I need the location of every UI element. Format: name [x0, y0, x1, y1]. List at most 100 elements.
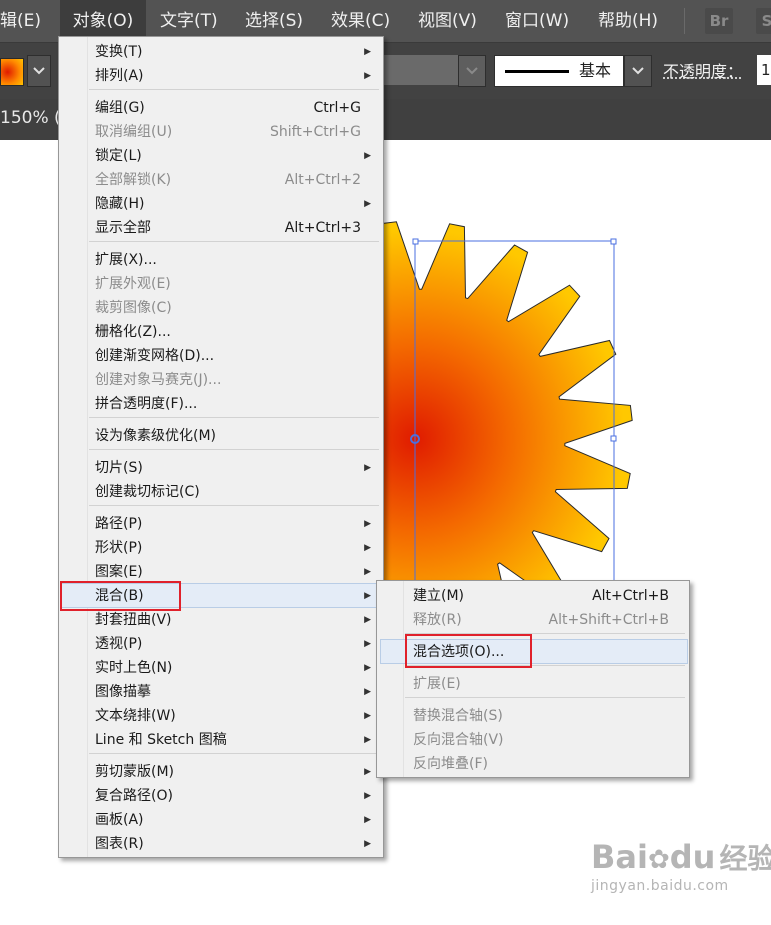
- watermark-logo-bai: Bai: [591, 838, 648, 876]
- menu-item-live-paint[interactable]: 实时上色(N) ▶: [59, 656, 381, 680]
- menu-separator: [89, 241, 379, 242]
- stock-button[interactable]: S: [756, 8, 771, 34]
- menu-item-path[interactable]: 路径(P) ▶: [59, 512, 381, 536]
- watermark-url: jingyan.baidu.com: [591, 878, 729, 894]
- fill-gradient-swatch[interactable]: [0, 58, 24, 86]
- menu-item-label: 裁剪图像(C): [95, 300, 172, 316]
- submenu-arrow-icon: ▶: [364, 663, 371, 673]
- fill-dropdown-button[interactable]: [27, 55, 51, 87]
- menu-edit[interactable]: 辑(E): [0, 0, 50, 42]
- menu-item-artboards[interactable]: 画板(A) ▶: [59, 808, 381, 832]
- stroke-weight-field[interactable]: [383, 55, 458, 85]
- submenu-arrow-icon: ▶: [364, 711, 371, 721]
- menu-item-shortcut: Alt+Ctrl+2: [284, 172, 361, 188]
- submenu-arrow-icon: ▶: [364, 47, 371, 57]
- menu-item-unlock-all[interactable]: 全部解锁(K) Alt+Ctrl+2: [59, 168, 381, 192]
- menu-item-compound-path[interactable]: 复合路径(O) ▶: [59, 784, 381, 808]
- menu-item-label: 实时上色(N): [95, 660, 173, 676]
- menu-item-image-trace[interactable]: 图像描摹 ▶: [59, 680, 381, 704]
- menu-item-shortcut: Alt+Ctrl+3: [284, 220, 361, 236]
- menu-item-label: 隐藏(H): [95, 196, 145, 212]
- menu-item-expand-appearance[interactable]: 扩展外观(E): [59, 272, 381, 296]
- menu-item-create-object-mosaic[interactable]: 创建对象马赛克(J)...: [59, 368, 381, 392]
- menu-item-transform[interactable]: 变换(T) ▶: [59, 40, 381, 64]
- stroke-profile-dropdown[interactable]: [624, 55, 652, 87]
- submenu-item-release[interactable]: 释放(R) Alt+Shift+Ctrl+B: [377, 608, 687, 632]
- document-tab-zoom[interactable]: 150% (: [0, 108, 61, 128]
- menu-item-label: 扩展外观(E): [95, 276, 171, 292]
- menu-item-rasterize[interactable]: 栅格化(Z)...: [59, 320, 381, 344]
- submenu-arrow-icon: ▶: [364, 615, 371, 625]
- watermark-jingyan: 经验: [719, 842, 771, 875]
- menu-item-hide[interactable]: 隐藏(H) ▶: [59, 192, 381, 216]
- menu-item-create-gradient-mesh[interactable]: 创建渐变网格(D)...: [59, 344, 381, 368]
- stroke-line-preview: [505, 70, 569, 73]
- blend-submenu: 建立(M) Alt+Ctrl+B 释放(R) Alt+Shift+Ctrl+B 混合选项…: [376, 580, 690, 778]
- menu-item-ungroup[interactable]: 取消编组(U) Shift+Ctrl+G: [59, 120, 381, 144]
- menu-item-create-trim-marks[interactable]: 创建裁切标记(C): [59, 480, 381, 504]
- bbox-handle[interactable]: [412, 238, 419, 245]
- menu-item-clipping-mask[interactable]: 剪切蒙版(M) ▶: [59, 760, 381, 784]
- menu-help[interactable]: 帮助(H): [598, 0, 658, 42]
- menu-item-label: 扩展(X)...: [95, 252, 157, 268]
- submenu-arrow-icon: ▶: [364, 591, 371, 601]
- menu-item-flatten-transparency[interactable]: 拼合透明度(F)...: [59, 392, 381, 416]
- submenu-item-replace-spine[interactable]: 替换混合轴(S): [377, 704, 687, 728]
- stroke-style-label: 基本: [579, 61, 612, 80]
- stroke-weight-dropdown[interactable]: [458, 55, 486, 87]
- opacity-input[interactable]: 1: [757, 55, 771, 85]
- menu-item-envelope-distort[interactable]: 封套扭曲(V) ▶: [59, 608, 381, 632]
- menu-item-label: Line 和 Sketch 图稿: [95, 732, 227, 748]
- submenu-item-make[interactable]: 建立(M) Alt+Ctrl+B: [377, 584, 687, 608]
- menu-item-label: 显示全部: [95, 220, 151, 236]
- bridge-button[interactable]: Br: [705, 8, 733, 34]
- callout-box-blend: [60, 581, 181, 611]
- menu-item-shortcut: Alt+Ctrl+B: [592, 588, 669, 604]
- menu-separator: [405, 697, 685, 698]
- chevron-down-icon: [466, 67, 478, 75]
- menu-item-label: 变换(T): [95, 44, 143, 60]
- menu-item-perspective[interactable]: 透视(P) ▶: [59, 632, 381, 656]
- menu-item-arrange[interactable]: 排列(A) ▶: [59, 64, 381, 88]
- menu-item-label: 编组(G): [95, 100, 145, 116]
- menu-item-label: 形状(P): [95, 540, 143, 556]
- menu-item-line-and-sketch-art[interactable]: Line 和 Sketch 图稿 ▶: [59, 728, 381, 752]
- submenu-arrow-icon: ▶: [364, 815, 371, 825]
- menu-item-shape[interactable]: 形状(P) ▶: [59, 536, 381, 560]
- menu-item-crop-image[interactable]: 裁剪图像(C): [59, 296, 381, 320]
- menu-item-label: 图像描摹: [95, 684, 151, 700]
- opacity-label[interactable]: 不透明度：: [663, 58, 743, 82]
- chevron-down-icon: [33, 67, 45, 75]
- submenu-item-reverse-spine[interactable]: 反向混合轴(V): [377, 728, 687, 752]
- menu-view[interactable]: 视图(V): [418, 0, 477, 42]
- menu-item-label: 替换混合轴(S): [413, 708, 503, 724]
- submenu-arrow-icon: ▶: [364, 567, 371, 577]
- menu-item-label: 栅格化(Z)...: [95, 324, 171, 340]
- bbox-handle[interactable]: [610, 238, 617, 245]
- menu-item-expand[interactable]: 扩展(X)...: [59, 248, 381, 272]
- menu-item-group[interactable]: 编组(G) Ctrl+G: [59, 96, 381, 120]
- menu-item-label: 锁定(L): [95, 148, 142, 164]
- menu-item-text-wrap[interactable]: 文本绕排(W) ▶: [59, 704, 381, 728]
- menu-item-lock[interactable]: 锁定(L) ▶: [59, 144, 381, 168]
- menu-item-label: 释放(R): [413, 612, 462, 628]
- menu-item-shortcut: Ctrl+G: [313, 100, 362, 116]
- menu-item-show-all[interactable]: 显示全部 Alt+Ctrl+3: [59, 216, 381, 240]
- submenu-arrow-icon: ▶: [364, 519, 371, 529]
- menu-item-label: 扩展(E): [413, 676, 461, 692]
- menu-item-label: 剪切蒙版(M): [95, 764, 175, 780]
- submenu-arrow-icon: ▶: [364, 463, 371, 473]
- menu-item-make-pixel-perfect[interactable]: 设为像素级优化(M): [59, 424, 381, 448]
- menu-item-graph[interactable]: 图表(R) ▶: [59, 832, 381, 856]
- menu-window[interactable]: 窗口(W): [505, 0, 569, 42]
- submenu-item-expand[interactable]: 扩展(E): [377, 672, 687, 696]
- menu-item-label: 路径(P): [95, 516, 143, 532]
- submenu-item-reverse-front-to-back[interactable]: 反向堆叠(F): [377, 752, 687, 776]
- bbox-handle[interactable]: [610, 435, 617, 442]
- submenu-arrow-icon: ▶: [364, 687, 371, 697]
- submenu-arrow-icon: ▶: [364, 791, 371, 801]
- callout-box-blend-options: [405, 634, 532, 668]
- stroke-profile-box[interactable]: 基本: [494, 55, 624, 87]
- menu-item-slice[interactable]: 切片(S) ▶: [59, 456, 381, 480]
- menu-item-label: 复合路径(O): [95, 788, 173, 804]
